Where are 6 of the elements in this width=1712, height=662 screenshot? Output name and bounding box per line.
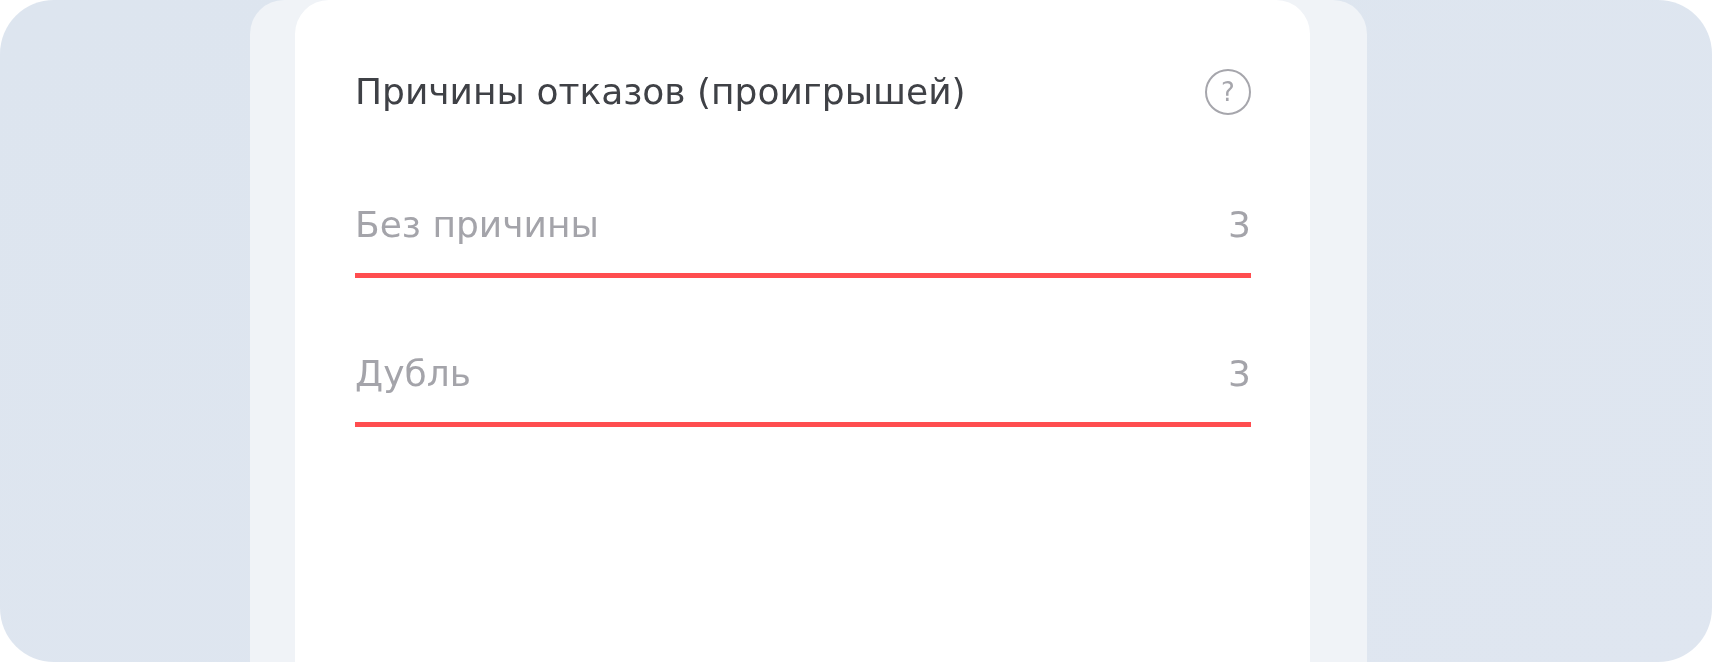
help-icon[interactable]: ? <box>1205 69 1251 115</box>
reason-label: Без причины <box>355 207 599 243</box>
reason-count: 3 <box>1228 207 1251 243</box>
reason-label: Дубль <box>355 356 471 392</box>
card-title: Причины отказов (проигрышей) <box>355 74 966 110</box>
reason-count: 3 <box>1228 356 1251 392</box>
